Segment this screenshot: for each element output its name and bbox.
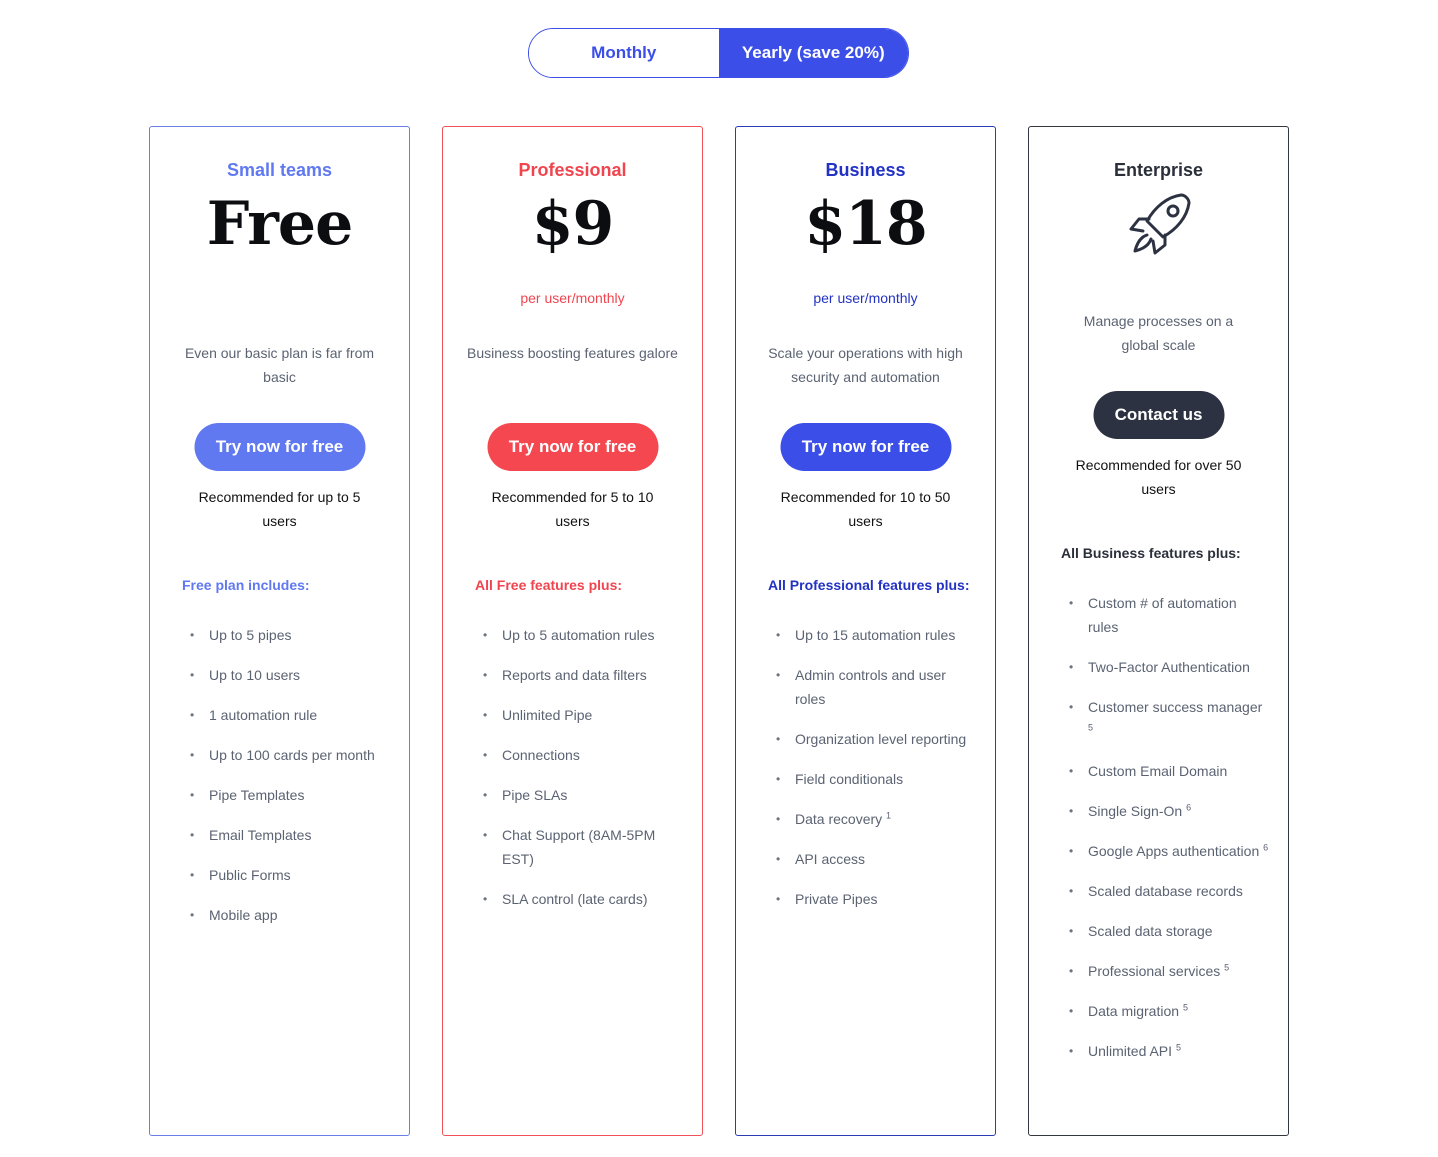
plan-name: Professional xyxy=(518,160,627,180)
feature-item: Public Forms xyxy=(190,863,391,887)
feature-item: Scaled database records xyxy=(1069,879,1270,903)
plan-description: Scale your operations with high security… xyxy=(768,345,963,385)
feature-item: Admin controls and user roles xyxy=(776,663,977,711)
feature-item: Single Sign-On 6 xyxy=(1069,799,1270,823)
rocket-icon xyxy=(1119,189,1199,269)
billing-toggle: Monthly Yearly (save 20%) xyxy=(528,28,909,78)
plan-description: Even our basic plan is far from basic xyxy=(184,345,375,385)
plan-card-small-teams: Small teams Free Even our basic plan is … xyxy=(149,126,410,1136)
monthly-toggle-option[interactable]: Monthly xyxy=(529,29,719,77)
plan-recommendation: Recommended for 5 to 10 users xyxy=(491,489,654,529)
plan-description: Business boosting features galore xyxy=(467,345,678,361)
feature-item: Customer success manager 5 xyxy=(1069,695,1270,743)
feature-item: Up to 15 automation rules xyxy=(776,623,977,647)
feature-item: Data recovery 1 xyxy=(776,807,977,831)
plan-price: $9 xyxy=(531,189,615,259)
feature-item: Google Apps authentication 6 xyxy=(1069,839,1270,863)
feature-item: API access xyxy=(776,847,977,871)
feature-item: Email Templates xyxy=(190,823,391,847)
plan-recommendation: Recommended for up to 5 users xyxy=(198,489,361,529)
price-period: per user/monthly xyxy=(813,290,918,306)
plan-card-business: Business $18 per user/monthly Scale your… xyxy=(735,126,996,1136)
feature-item: Connections xyxy=(483,743,684,767)
plan-name: Business xyxy=(825,160,906,180)
plan-name: Enterprise xyxy=(1113,160,1204,180)
plan-card-enterprise: Enterprise Manage processes on a global … xyxy=(1028,126,1289,1136)
feature-item: Organization level reporting xyxy=(776,727,977,751)
feature-item: Professional services 5 xyxy=(1069,959,1270,983)
footnote-marker: 5 xyxy=(1182,1002,1188,1013)
plan-description: Manage processes on a global scale xyxy=(1083,313,1234,353)
contact-us-button[interactable]: Contact us xyxy=(1093,391,1224,439)
feature-item: Up to 100 cards per month xyxy=(190,743,391,767)
plan-card-professional: Professional $9 per user/monthly Busines… xyxy=(442,126,703,1136)
features-title: All Free features plus: xyxy=(475,577,623,593)
try-now-button[interactable]: Try now for free xyxy=(194,423,365,471)
feature-item: Reports and data filters xyxy=(483,663,684,687)
plan-name: Small teams xyxy=(226,160,333,180)
feature-item: Unlimited Pipe xyxy=(483,703,684,727)
features-title: All Business features plus: xyxy=(1061,545,1241,561)
features-title: All Professional features plus: xyxy=(768,577,970,593)
feature-list: Up to 5 pipes Up to 10 users 1 automatio… xyxy=(190,623,391,943)
feature-list: Up to 5 automation rules Reports and dat… xyxy=(483,623,684,927)
feature-item: Two-Factor Authentication xyxy=(1069,655,1270,679)
feature-list: Custom # of automation rules Two-Factor … xyxy=(1069,591,1270,1079)
feature-list: Up to 15 automation rules Admin controls… xyxy=(776,623,977,927)
feature-item: Chat Support (8AM-5PM EST) xyxy=(483,823,684,871)
plan-price: Free xyxy=(206,189,354,259)
footnote-marker: 5 xyxy=(1175,1042,1181,1053)
feature-item: Up to 5 automation rules xyxy=(483,623,684,647)
feature-item: Mobile app xyxy=(190,903,391,927)
footnote-marker: 1 xyxy=(886,810,892,821)
footnote-marker: 6 xyxy=(1186,802,1192,813)
price-period: per user/monthly xyxy=(520,290,625,306)
plan-recommendation: Recommended for over 50 users xyxy=(1075,457,1242,497)
plan-recommendation: Recommended for 10 to 50 users xyxy=(780,489,951,529)
feature-item: Scaled data storage xyxy=(1069,919,1270,943)
feature-item: Pipe SLAs xyxy=(483,783,684,807)
footnote-marker: 5 xyxy=(1224,962,1230,973)
feature-item: Custom # of automation rules xyxy=(1069,591,1270,639)
feature-item: Custom Email Domain xyxy=(1069,759,1270,783)
feature-item: 1 automation rule xyxy=(190,703,391,727)
feature-item: Pipe Templates xyxy=(190,783,391,807)
feature-item: Field conditionals xyxy=(776,767,977,791)
yearly-toggle-option[interactable]: Yearly (save 20%) xyxy=(718,29,908,77)
footnote-marker: 6 xyxy=(1263,842,1269,853)
try-now-button[interactable]: Try now for free xyxy=(487,423,658,471)
feature-item: Up to 10 users xyxy=(190,663,391,687)
feature-item: Unlimited API 5 xyxy=(1069,1039,1270,1063)
footnote-marker: 5 xyxy=(1088,722,1094,733)
feature-item: Up to 5 pipes xyxy=(190,623,391,647)
feature-item: Data migration 5 xyxy=(1069,999,1270,1023)
feature-item: Private Pipes xyxy=(776,887,977,911)
feature-item: SLA control (late cards) xyxy=(483,887,684,911)
features-title: Free plan includes: xyxy=(182,577,310,593)
try-now-button[interactable]: Try now for free xyxy=(780,423,951,471)
plan-price: $18 xyxy=(804,189,927,259)
